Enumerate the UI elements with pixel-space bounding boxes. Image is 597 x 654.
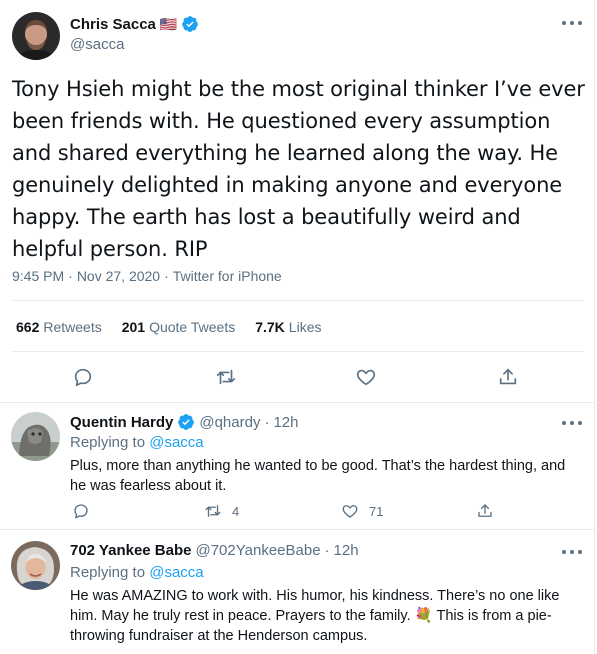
tweet-text: Tony Hsieh might be the most original th… — [12, 77, 585, 261]
more-options-icon[interactable] — [562, 16, 582, 30]
reply-text: Plus, more than anything he wanted to be… — [70, 458, 566, 494]
retweet-count: 4 — [232, 503, 240, 519]
author-handle[interactable]: @sacca — [70, 36, 124, 53]
retweet-icon — [204, 502, 222, 520]
replying-to: Replying to @sacca — [70, 564, 204, 581]
retweet-action[interactable]: 4 — [204, 502, 239, 520]
reply-tweet[interactable]: 702 Yankee Babe @702YankeeBabe · 12h Rep… — [0, 531, 595, 654]
more-options-icon[interactable] — [562, 416, 582, 430]
reply-tweet[interactable]: Quentin Hardy @qhardy · 12h Replying to … — [0, 403, 595, 530]
reply-header: 702 Yankee Babe @702YankeeBabe · 12h — [70, 542, 359, 559]
avatar[interactable] — [11, 412, 60, 461]
like-count: 71 — [369, 503, 384, 519]
reply-author-handle[interactable]: @702YankeeBabe — [195, 542, 320, 559]
reply-author-name[interactable]: 702 Yankee Babe — [70, 542, 191, 559]
share-icon[interactable] — [497, 366, 519, 388]
retweets-stat[interactable]: 662 Retweets — [16, 319, 102, 335]
heart-icon — [341, 502, 359, 520]
quote-tweets-stat[interactable]: 201 Quote Tweets — [122, 319, 236, 335]
reply-time[interactable]: 12h — [334, 542, 359, 559]
divider — [12, 351, 584, 352]
author-name-row: Chris Sacca 🇺🇸 — [70, 15, 199, 33]
avatar[interactable] — [11, 541, 60, 590]
likes-stat[interactable]: 7.7K Likes — [255, 319, 321, 335]
heart-icon[interactable] — [355, 366, 377, 388]
retweet-icon[interactable] — [215, 366, 237, 388]
share-icon[interactable] — [476, 502, 494, 520]
tweet-source[interactable]: Twitter for iPhone — [173, 268, 282, 284]
reply-icon[interactable] — [72, 366, 94, 388]
author-name[interactable]: Chris Sacca — [70, 16, 156, 33]
replying-to-link[interactable]: @sacca — [149, 434, 203, 451]
reply-author-name[interactable]: Quentin Hardy — [70, 414, 173, 431]
flag-emoji: 🇺🇸 — [159, 15, 178, 32]
reply-author-handle[interactable]: @qhardy — [199, 414, 260, 431]
replying-to: Replying to @sacca — [70, 434, 204, 451]
reply-time[interactable]: 12h — [273, 414, 298, 431]
verified-badge-icon — [177, 413, 195, 431]
reply-text: He was AMAZING to work with. His humor, … — [70, 588, 560, 644]
divider — [12, 300, 584, 301]
verified-badge-icon — [181, 15, 199, 33]
replying-to-link[interactable]: @sacca — [149, 564, 203, 581]
tweet-time[interactable]: 9:45 PM — [12, 268, 64, 284]
tweet-stats: 662 Retweets 201 Quote Tweets 7.7K Likes — [16, 319, 321, 335]
main-tweet: Chris Sacca 🇺🇸 @sacca Tony Hsieh might b… — [0, 0, 595, 403]
tweet-meta: 9:45 PM · Nov 27, 2020 · Twitter for iPh… — [12, 268, 282, 284]
tweet-date[interactable]: Nov 27, 2020 — [77, 268, 160, 284]
tweet-thread: Chris Sacca 🇺🇸 @sacca Tony Hsieh might b… — [0, 0, 595, 654]
reply-header: Quentin Hardy @qhardy · 12h — [70, 413, 299, 431]
like-action[interactable]: 71 — [341, 502, 383, 520]
more-options-icon[interactable] — [562, 545, 582, 559]
avatar[interactable] — [12, 12, 60, 60]
reply-icon[interactable] — [72, 502, 90, 520]
